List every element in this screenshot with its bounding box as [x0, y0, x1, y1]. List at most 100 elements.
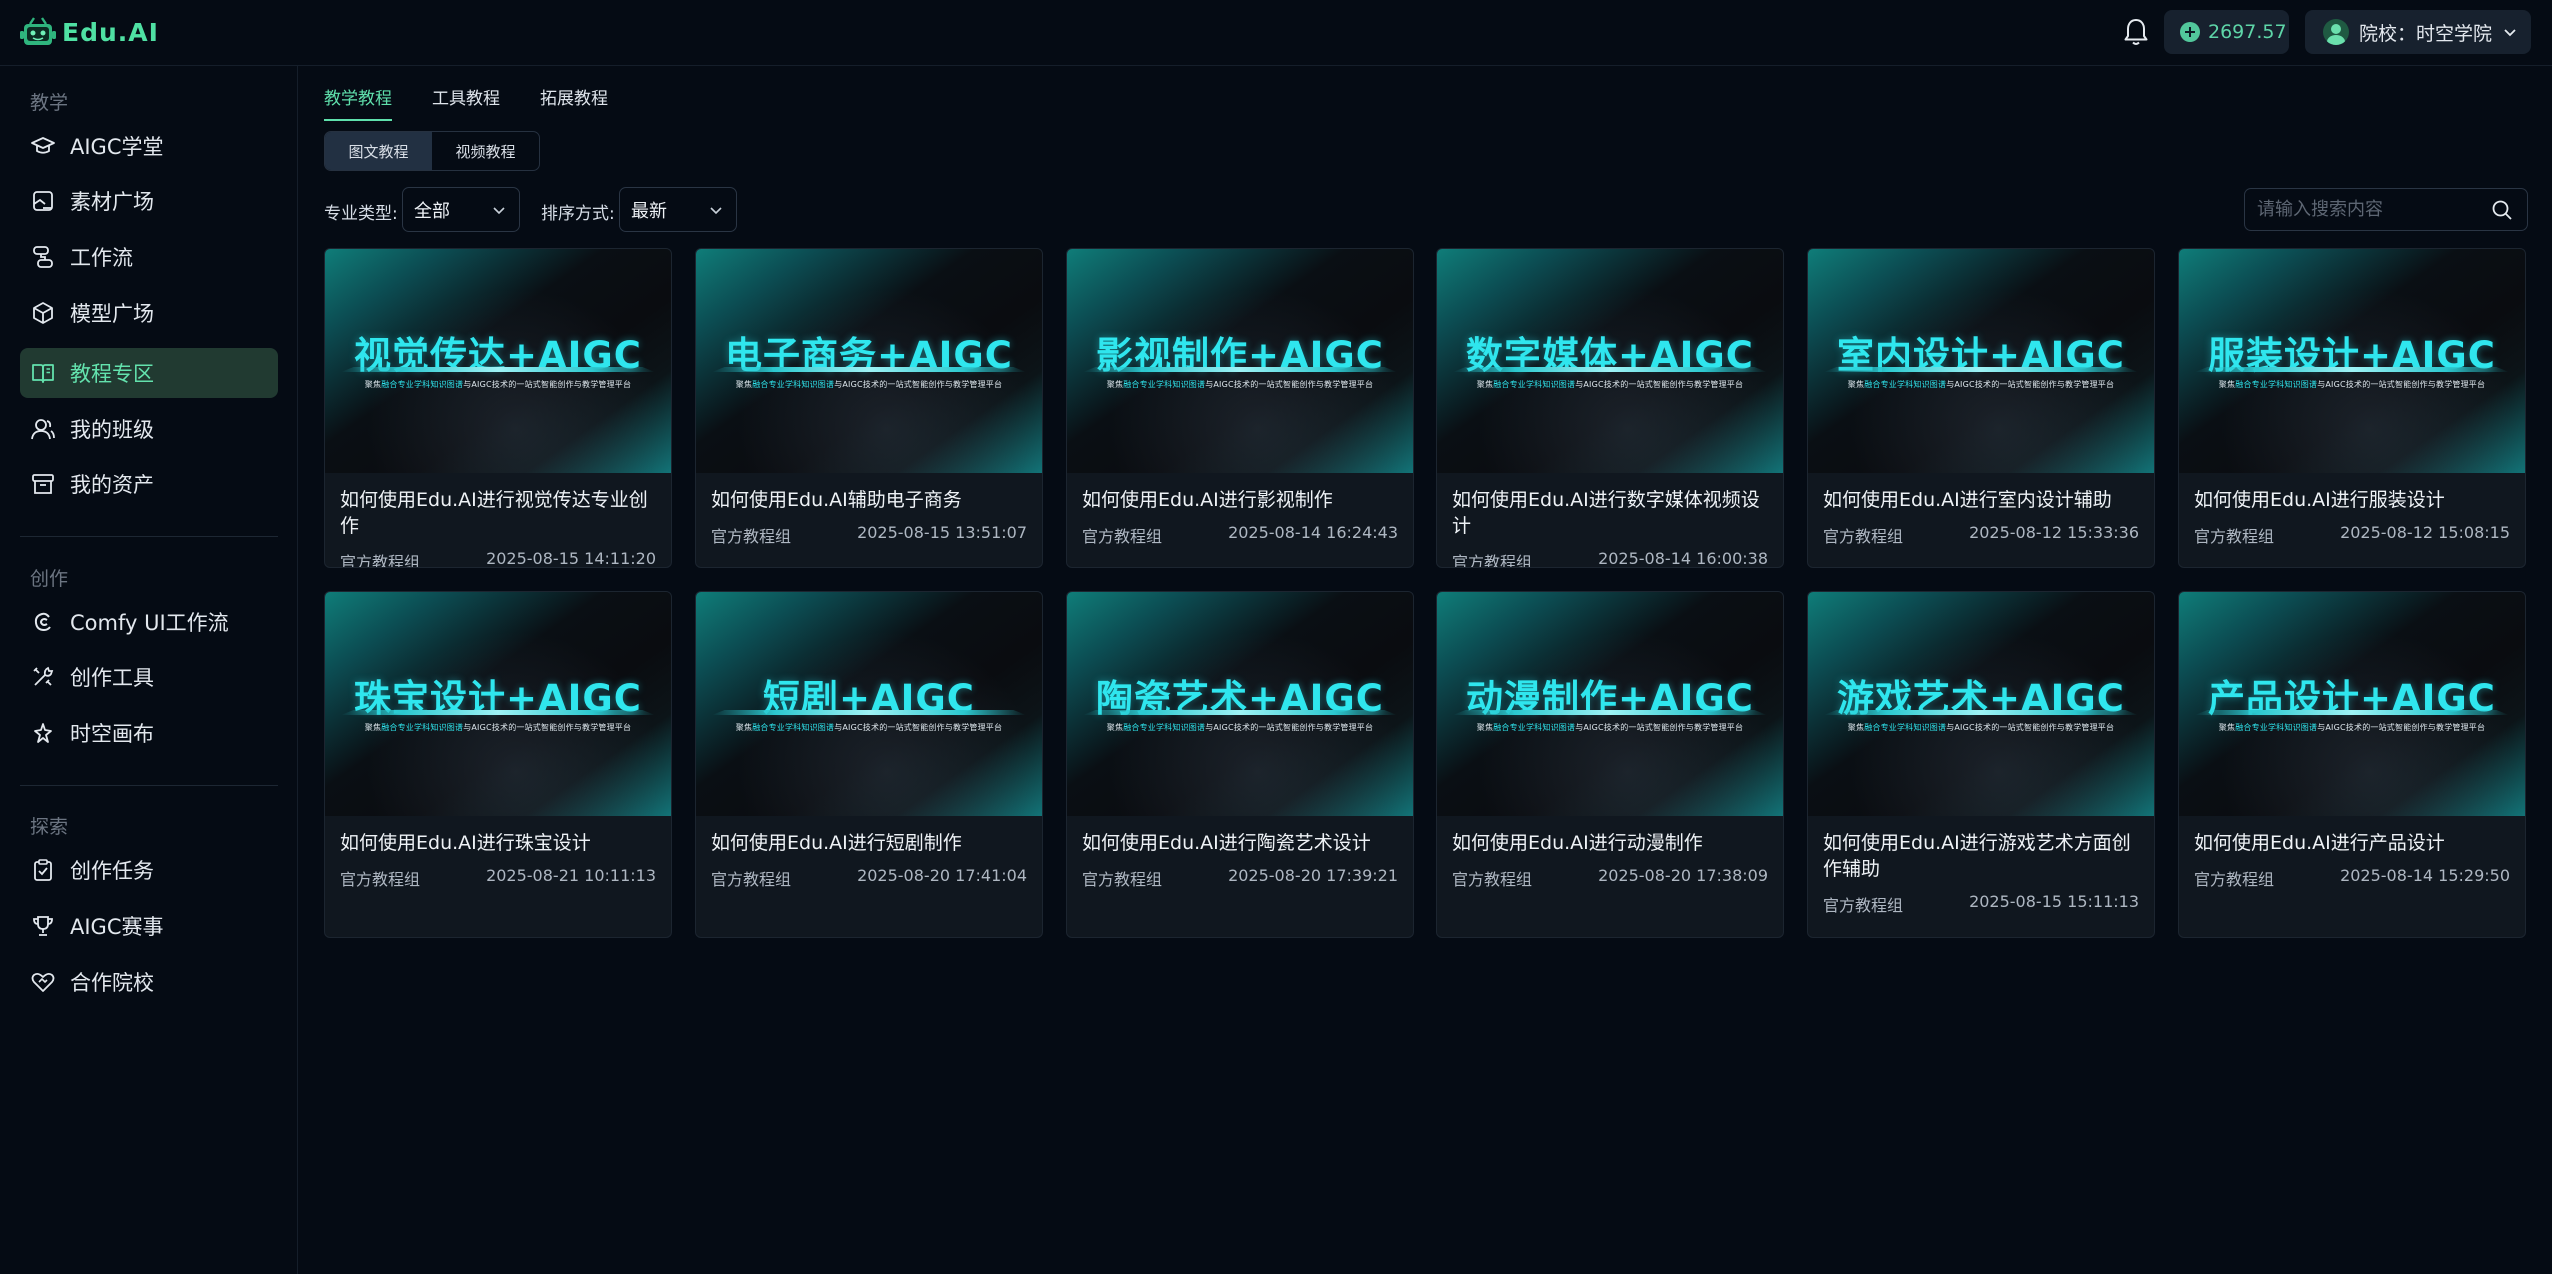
- card-time: 2025-08-14 15:29:50: [2340, 866, 2510, 885]
- card-cover: 服装设计+AIGC 聚焦融合专业学科知识图谱与AIGC技术的一站式智能创作与教学…: [2179, 249, 2525, 473]
- sidebar-item-workflow[interactable]: 工作流: [20, 232, 278, 282]
- card-author: 官方教程组: [1452, 870, 1533, 889]
- card-title: 如何使用Edu.AI进行短剧制作: [711, 832, 962, 854]
- cover-subtitle: 聚焦融合专业学科知识图谱与AIGC技术的一站式智能创作与教学管理平台: [1106, 380, 1374, 389]
- card-cover: 影视制作+AIGC 聚焦融合专业学科知识图谱与AIGC技术的一站式智能创作与教学…: [1067, 249, 1413, 473]
- card-title: 如何使用Edu.AI进行陶瓷艺术设计: [1082, 832, 1371, 854]
- search-input[interactable]: [2257, 199, 2477, 220]
- school-dropdown[interactable]: 院校：时空学院: [2305, 10, 2531, 54]
- card-title: 如何使用Edu.AI进行数字媒体视频设计: [1452, 489, 1760, 537]
- card-cover: 数字媒体+AIGC 聚焦融合专业学科知识图谱与AIGC技术的一站式智能创作与教学…: [1437, 249, 1783, 473]
- sparkle-canvas-icon: [34, 723, 52, 743]
- major-select[interactable]: 全部: [402, 187, 520, 232]
- card-cover: 游戏艺术+AIGC 聚焦融合专业学科知识图谱与AIGC技术的一站式智能创作与教学…: [1808, 592, 2154, 816]
- sidebar-item-label: 模型广场: [70, 302, 154, 326]
- sidebar-item-my-assets[interactable]: 我的资产: [20, 459, 278, 509]
- section-title-create: 创作: [30, 568, 69, 590]
- content-type-toggle: 图文教程 视频教程: [324, 131, 540, 171]
- users-icon: [31, 419, 55, 440]
- cover-light-bar: [712, 367, 1026, 372]
- tutorial-card[interactable]: 影视制作+AIGC 聚焦融合专业学科知识图谱与AIGC技术的一站式智能创作与教学…: [1066, 248, 1414, 568]
- tutorial-tabs: 教学教程 工具教程 拓展教程: [324, 84, 608, 121]
- tutorial-card[interactable]: 数字媒体+AIGC 聚焦融合专业学科知识图谱与AIGC技术的一站式智能创作与教学…: [1436, 248, 1784, 568]
- card-author: 官方教程组: [2194, 527, 2275, 546]
- cover-subtitle: 聚焦融合专业学科知识图谱与AIGC技术的一站式智能创作与教学管理平台: [364, 380, 632, 389]
- avatar: [2323, 19, 2349, 45]
- tutorial-card[interactable]: 动漫制作+AIGC 聚焦融合专业学科知识图谱与AIGC技术的一站式智能创作与教学…: [1436, 591, 1784, 938]
- sort-select[interactable]: 最新: [619, 187, 737, 232]
- add-credit-icon: [2180, 22, 2200, 42]
- sidebar-item-label: 素材广场: [70, 190, 154, 214]
- tutorial-card[interactable]: 产品设计+AIGC 聚焦融合专业学科知识图谱与AIGC技术的一站式智能创作与教学…: [2178, 591, 2526, 938]
- cover-light-bar: [1083, 710, 1397, 715]
- card-title: 如何使用Edu.AI进行动漫制作: [1452, 832, 1703, 854]
- tutorial-card[interactable]: 室内设计+AIGC 聚焦融合专业学科知识图谱与AIGC技术的一站式智能创作与教学…: [1807, 248, 2155, 568]
- card-title: 如何使用Edu.AI进行珠宝设计: [340, 832, 591, 854]
- balance-badge[interactable]: 2697.57: [2164, 10, 2289, 54]
- tutorial-card[interactable]: 陶瓷艺术+AIGC 聚焦融合专业学科知识图谱与AIGC技术的一站式智能创作与教学…: [1066, 591, 1414, 938]
- card-author: 官方教程组: [1082, 527, 1163, 546]
- card-cover: 短剧+AIGC 聚焦融合专业学科知识图谱与AIGC技术的一站式智能创作与教学管理…: [696, 592, 1042, 816]
- card-author: 官方教程组: [340, 553, 421, 568]
- cover-subtitle: 聚焦融合专业学科知识图谱与AIGC技术的一站式智能创作与教学管理平台: [1847, 723, 2115, 732]
- sidebar-item-model-square[interactable]: 模型广场: [20, 288, 278, 338]
- sidebar-item-label: 创作工具: [70, 666, 154, 690]
- robot-logo-icon: [20, 17, 56, 45]
- card-title: 如何使用Edu.AI进行产品设计: [2194, 832, 2445, 854]
- sidebar-divider: [20, 536, 278, 537]
- cover-subtitle: 聚焦融合专业学科知识图谱与AIGC技术的一站式智能创作与教学管理平台: [364, 723, 632, 732]
- sidebar-item-my-class[interactable]: 我的班级: [20, 404, 278, 454]
- card-cover: 陶瓷艺术+AIGC 聚焦融合专业学科知识图谱与AIGC技术的一站式智能创作与教学…: [1067, 592, 1413, 816]
- card-title: 如何使用Edu.AI进行影视制作: [1082, 489, 1333, 511]
- sidebar-item-partner-schools[interactable]: 合作院校: [20, 957, 278, 1007]
- cover-subtitle: 聚焦融合专业学科知识图谱与AIGC技术的一站式智能创作与教学管理平台: [2218, 380, 2486, 389]
- search-box: [2244, 188, 2528, 231]
- logo-text: Edu.AI: [62, 17, 159, 47]
- card-author: 官方教程组: [1082, 870, 1163, 889]
- tutorial-card[interactable]: 游戏艺术+AIGC 聚焦融合专业学科知识图谱与AIGC技术的一站式智能创作与教学…: [1807, 591, 2155, 938]
- sidebar-item-comfy-ui[interactable]: Comfy UI工作流: [20, 597, 278, 647]
- top-bar: Edu.AI 2697.57 院校：时空学院: [0, 0, 2552, 66]
- cover-subtitle: 聚焦融合专业学科知识图谱与AIGC技术的一站式智能创作与教学管理平台: [2218, 723, 2486, 732]
- sidebar-item-aigc-contest[interactable]: AIGC赛事: [20, 901, 278, 951]
- tutorial-card[interactable]: 短剧+AIGC 聚焦融合专业学科知识图谱与AIGC技术的一站式智能创作与教学管理…: [695, 591, 1043, 938]
- sort-select-value: 最新: [631, 200, 667, 222]
- cube-icon: [33, 302, 53, 324]
- tutorial-card[interactable]: 珠宝设计+AIGC 聚焦融合专业学科知识图谱与AIGC技术的一站式智能创作与教学…: [324, 591, 672, 938]
- major-filter-label: 专业类型:: [324, 204, 398, 224]
- card-cover: 室内设计+AIGC 聚焦融合专业学科知识图谱与AIGC技术的一站式智能创作与教学…: [1808, 249, 2154, 473]
- sidebar-item-aigc-class[interactable]: AIGC学堂: [20, 121, 278, 171]
- search-icon[interactable]: [2491, 199, 2513, 221]
- sidebar-item-material-square[interactable]: 素材广场: [20, 176, 278, 226]
- segment-video[interactable]: 视频教程: [432, 132, 539, 170]
- card-time: 2025-08-20 17:39:21: [1228, 866, 1398, 885]
- card-title: 如何使用Edu.AI进行游戏艺术方面创作辅助: [1823, 832, 2131, 880]
- sidebar-item-canvas[interactable]: 时空画布: [20, 708, 278, 758]
- sidebar-item-label: 工作流: [70, 246, 133, 270]
- sidebar-item-label: AIGC赛事: [70, 915, 164, 939]
- tab-extension[interactable]: 拓展教程: [540, 84, 608, 121]
- card-author: 官方教程组: [1452, 553, 1533, 568]
- tutorial-card[interactable]: 电子商务+AIGC 聚焦融合专业学科知识图谱与AIGC技术的一站式智能创作与教学…: [695, 248, 1043, 568]
- cover-light-bar: [1453, 367, 1767, 372]
- card-time: 2025-08-15 14:11:20: [486, 549, 656, 568]
- tutorial-card[interactable]: 视觉传达+AIGC 聚焦融合专业学科知识图谱与AIGC技术的一站式智能创作与教学…: [324, 248, 672, 568]
- sidebar-item-create-tools[interactable]: 创作工具: [20, 652, 278, 702]
- sidebar-item-create-tasks[interactable]: 创作任务: [20, 845, 278, 895]
- card-time: 2025-08-20 17:38:09: [1598, 866, 1768, 885]
- sidebar-item-tutorials[interactable]: 教程专区: [20, 348, 278, 398]
- archive-box-icon: [32, 474, 54, 494]
- card-time: 2025-08-12 15:33:36: [1969, 523, 2139, 542]
- segment-image-text[interactable]: 图文教程: [325, 132, 432, 170]
- card-time: 2025-08-20 17:41:04: [857, 866, 1027, 885]
- cover-light-bar: [712, 710, 1026, 715]
- major-select-value: 全部: [414, 200, 450, 222]
- logo[interactable]: Edu.AI: [20, 17, 159, 47]
- chevron-down-icon: [2504, 29, 2516, 37]
- tab-tools[interactable]: 工具教程: [432, 84, 500, 121]
- tutorial-card[interactable]: 服装设计+AIGC 聚焦融合专业学科知识图谱与AIGC技术的一站式智能创作与教学…: [2178, 248, 2526, 568]
- cover-light-bar: [1824, 710, 2138, 715]
- bell-icon[interactable]: [2121, 16, 2151, 48]
- card-title: 如何使用Edu.AI进行服装设计: [2194, 489, 2445, 511]
- tab-teaching[interactable]: 教学教程: [324, 84, 392, 121]
